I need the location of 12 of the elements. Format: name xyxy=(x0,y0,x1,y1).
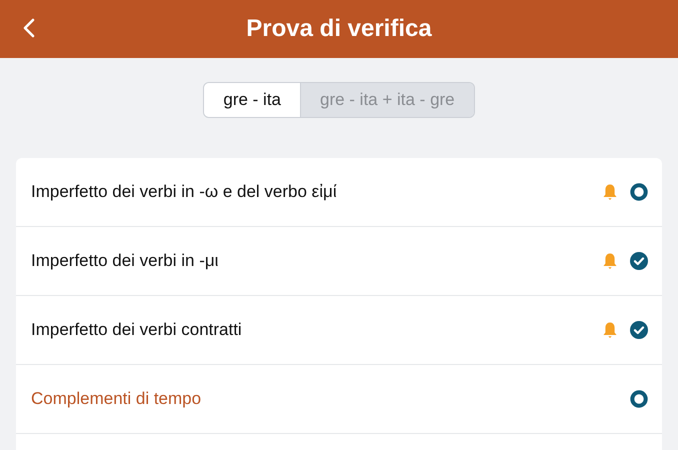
topic-title: Imperfetto dei verbi in -μι xyxy=(31,251,218,271)
back-button[interactable] xyxy=(22,17,36,39)
topic-row[interactable]: Complementi di tempo xyxy=(16,365,662,434)
back-icon xyxy=(22,17,36,39)
page-title: Prova di verifica xyxy=(246,15,432,43)
topic-row[interactable]: Imperfetto dei verbi contratti xyxy=(16,296,662,365)
topic-title: Imperfetto dei verbi in -ω e del verbo εἰμί xyxy=(31,182,337,202)
segment-tab[interactable]: gre - ita xyxy=(204,83,301,117)
topic-title: Imperfetto dei verbi contratti xyxy=(31,320,242,340)
topic-row[interactable]: Imperfetto dei verbi in -ω e del verbo εἰμί xyxy=(16,158,662,227)
topic-title: Complementi di tempo xyxy=(31,389,202,409)
topic-row[interactable]: Imperfetto dei verbi in -μι xyxy=(16,227,662,296)
